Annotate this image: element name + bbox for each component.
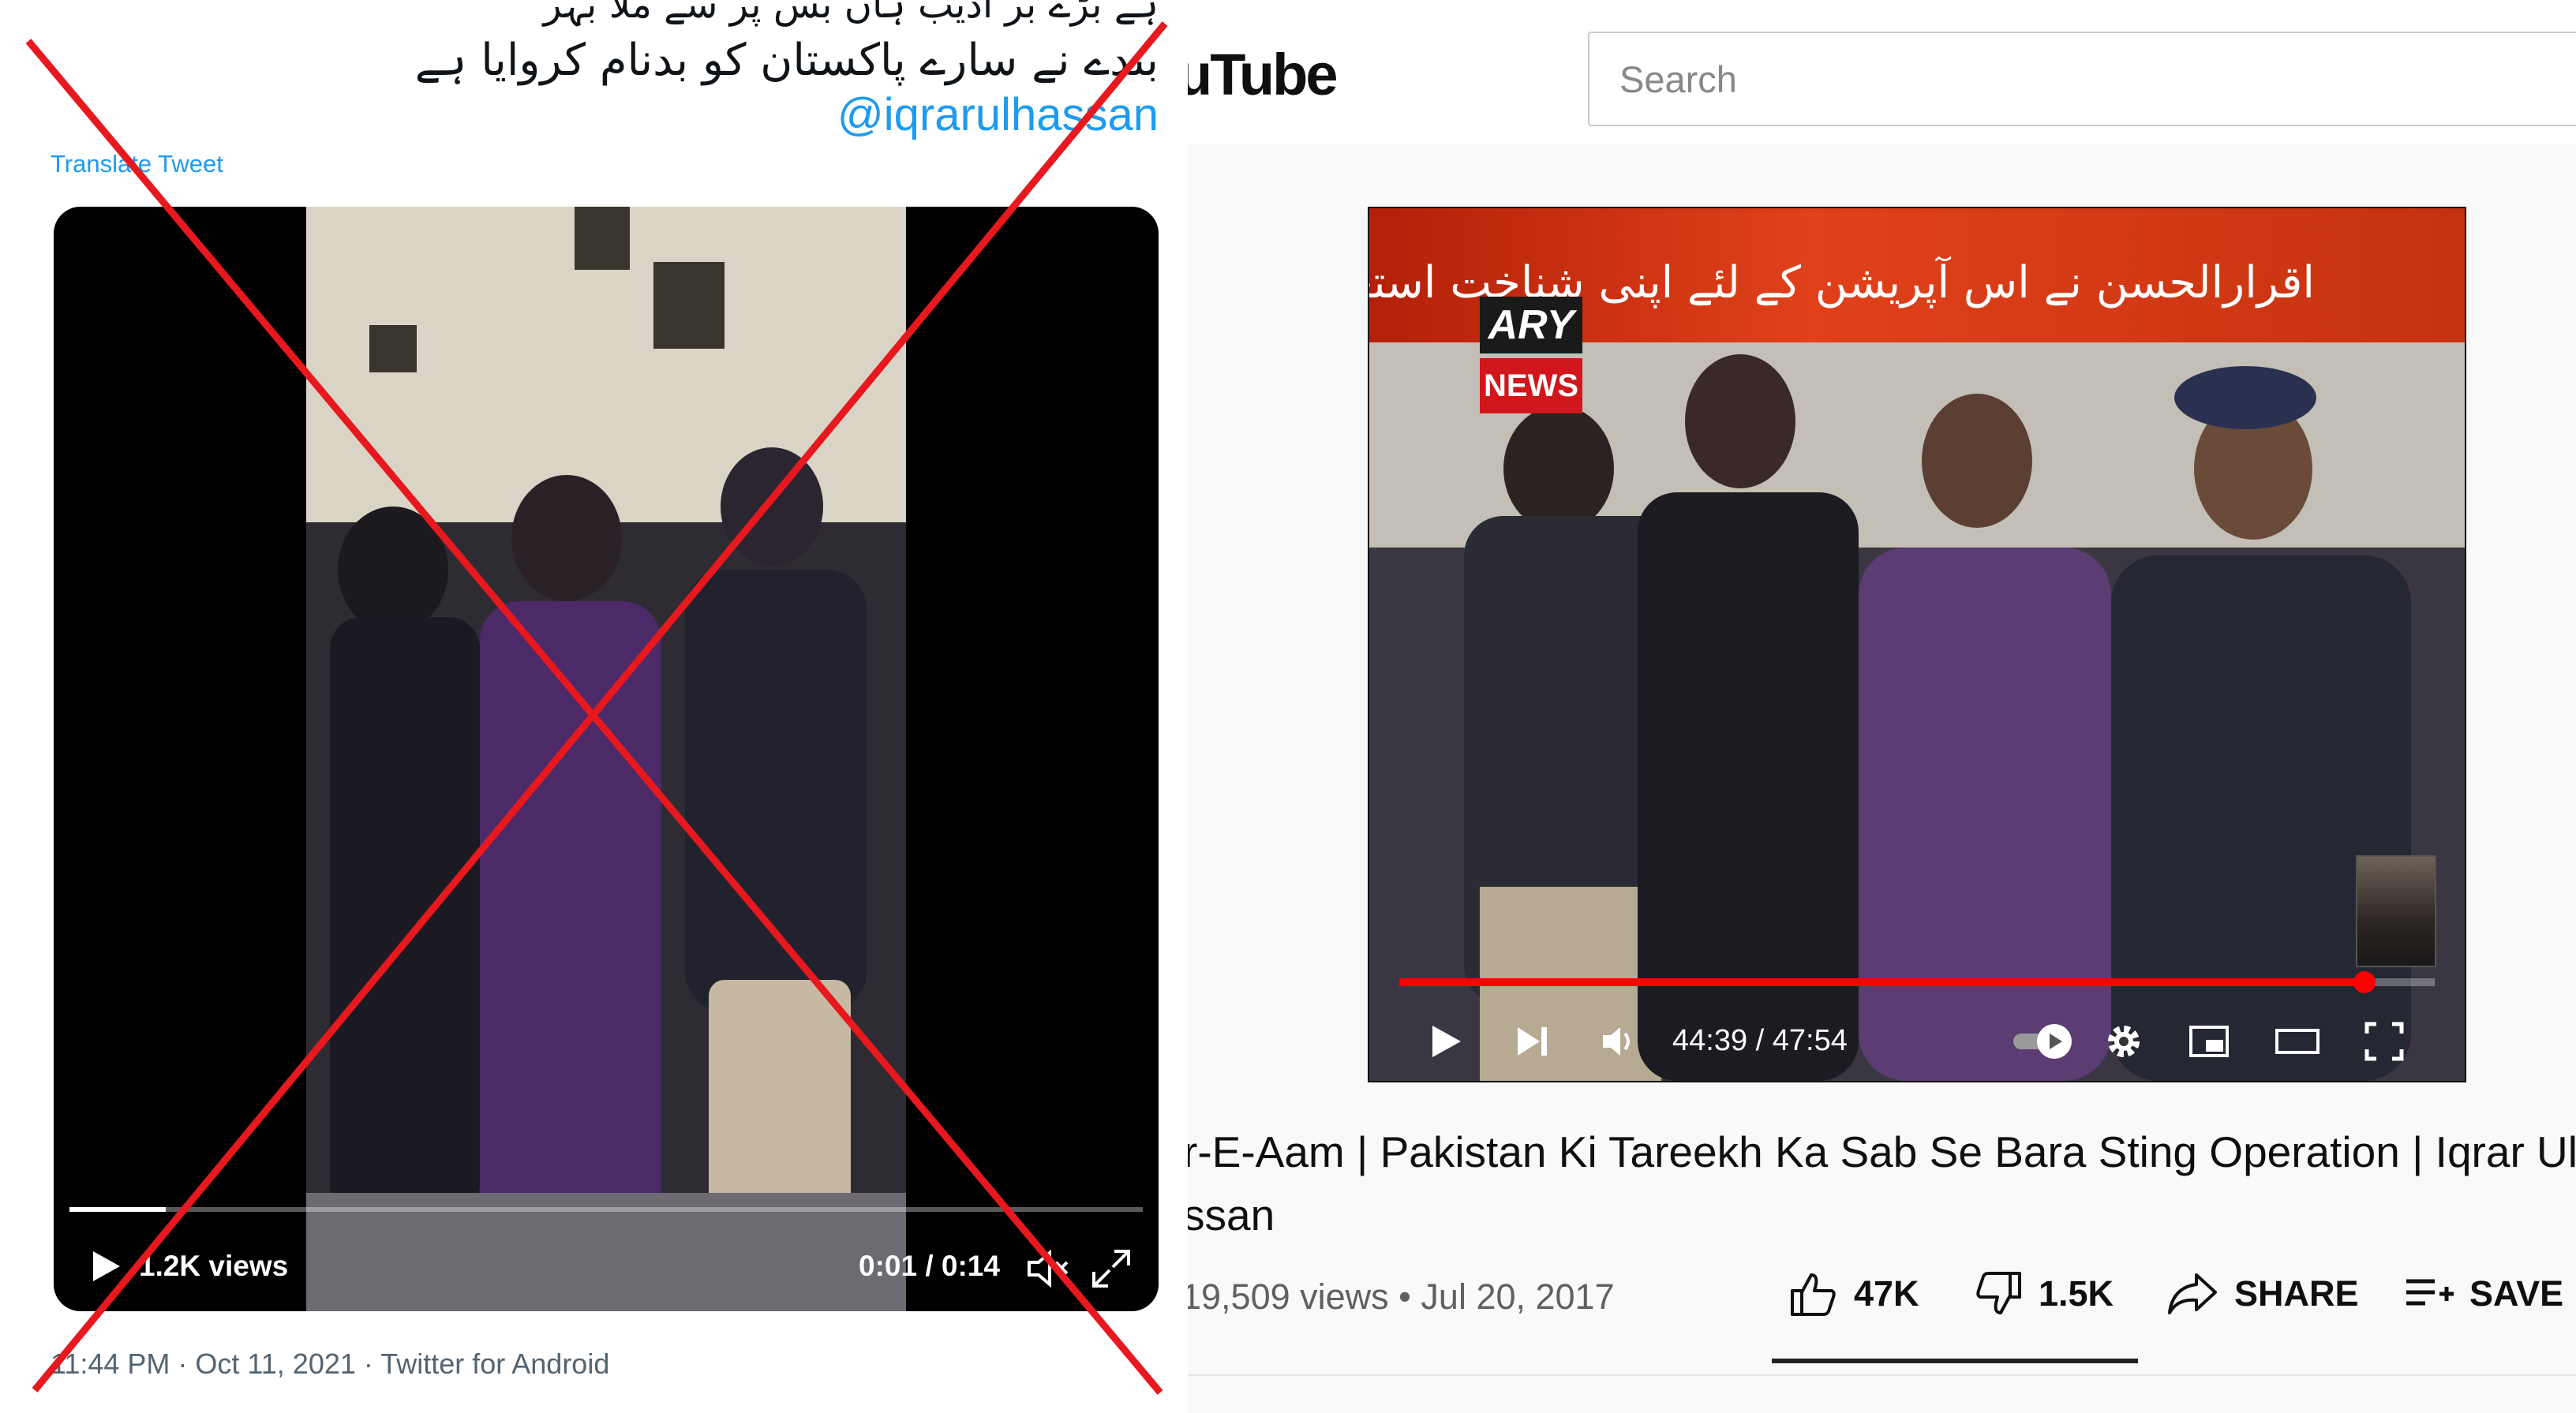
search-input[interactable] bbox=[1588, 32, 2576, 126]
ary-logo-top: ARY bbox=[1480, 297, 1582, 353]
fullscreen-icon[interactable] bbox=[2362, 1019, 2406, 1067]
thumbs-up-icon bbox=[1791, 1273, 1836, 1316]
presenter-thumbnail bbox=[2356, 855, 2436, 967]
tweet-video-scrubber-fill bbox=[69, 1207, 167, 1212]
settings-gear-icon[interactable] bbox=[2102, 1019, 2146, 1067]
dislike-button[interactable]: 1.5K bbox=[1974, 1270, 2114, 1318]
thumbs-down-icon bbox=[1976, 1272, 2021, 1314]
play-icon[interactable] bbox=[85, 1247, 125, 1290]
tweet-metadata: 11:44 PM · Oct 11, 2021 · Twitter for An… bbox=[51, 1348, 610, 1380]
youtube-progress-bar[interactable] bbox=[1399, 971, 2435, 993]
youtube-header: uTube bbox=[1188, 0, 2576, 144]
tweet-video-player[interactable]: 1.2K views 0:01 / 0:14 bbox=[54, 207, 1159, 1311]
speaker-muted-icon[interactable] bbox=[1024, 1247, 1072, 1295]
youtube-video-time: 44:39 / 47:54 bbox=[1672, 1024, 1848, 1057]
theater-mode-icon[interactable] bbox=[2274, 1019, 2321, 1067]
tweet-handle-link[interactable]: @iqrarulhassan bbox=[837, 88, 1159, 141]
save-button[interactable]: SAVE bbox=[2403, 1270, 2563, 1318]
playlist-add-icon bbox=[2406, 1279, 2454, 1306]
video-title-line-1: r-E-Aam | Pakistan Ki Tareekh Ka Sab Se … bbox=[1188, 1127, 2576, 1176]
tweet-video-scene bbox=[306, 207, 906, 1311]
next-icon[interactable] bbox=[1511, 1021, 1552, 1066]
tweet-video-views: 1.2K views bbox=[139, 1250, 289, 1282]
volume-icon[interactable] bbox=[1598, 1021, 1639, 1066]
tweet-video-time: 0:01 / 0:14 bbox=[859, 1250, 1000, 1282]
video-title: r-E-Aam | Pakistan Ki Tareekh Ka Sab Se … bbox=[1188, 1120, 2576, 1247]
miniplayer-icon[interactable] bbox=[2187, 1019, 2231, 1067]
youtube-progress-fill bbox=[1399, 978, 2364, 986]
tweet-video-frame bbox=[306, 207, 906, 1311]
divider bbox=[1188, 1374, 2576, 1376]
youtube-panel: uTube اقرارالحسن نے اس آپریشن کے لئے اپن… bbox=[1188, 0, 2576, 1413]
youtube-logo[interactable]: uTube bbox=[1188, 41, 1338, 108]
dislike-count: 1.5K bbox=[2039, 1273, 2114, 1314]
tweet-text-line: بندے نے سارے پاکستان کو بدنام کروایا ہے bbox=[414, 35, 1159, 86]
expand-icon[interactable] bbox=[1088, 1245, 1135, 1296]
share-label: SHARE bbox=[2234, 1273, 2359, 1314]
ary-news-logo: ARY NEWS bbox=[1480, 297, 1582, 415]
share-button[interactable]: SHARE bbox=[2166, 1270, 2359, 1318]
translate-tweet-link[interactable]: Translate Tweet bbox=[51, 150, 223, 178]
youtube-video-player[interactable]: اقرارالحسن نے اس آپریشن کے لئے اپنی شناخ… bbox=[1368, 207, 2466, 1082]
save-label: SAVE bbox=[2469, 1273, 2564, 1314]
video-stats: 19,509 views • Jul 20, 2017 bbox=[1188, 1277, 1615, 1317]
like-count: 47K bbox=[1854, 1273, 1919, 1314]
like-ratio-bar bbox=[1772, 1359, 2138, 1363]
tweet-video-scrubber[interactable] bbox=[69, 1207, 1143, 1212]
play-icon[interactable] bbox=[1425, 1021, 1466, 1066]
tweet-panel: ہے بڑے بر ادیب ہاں بس پر سے ملا بہر بندے… bbox=[0, 0, 1176, 1413]
share-arrow-icon bbox=[2168, 1273, 2217, 1314]
ary-logo-bottom: NEWS bbox=[1480, 358, 1582, 413]
autoplay-toggle-icon[interactable] bbox=[2010, 1019, 2080, 1067]
tweet-text-line-cut: ہے بڑے بر ادیب ہاں بس پر سے ملا بہر bbox=[543, 0, 1159, 27]
video-title-line-2: ssan bbox=[1188, 1191, 1275, 1239]
like-button[interactable]: 47K bbox=[1789, 1270, 1919, 1318]
youtube-progress-knob[interactable] bbox=[2353, 971, 2376, 993]
